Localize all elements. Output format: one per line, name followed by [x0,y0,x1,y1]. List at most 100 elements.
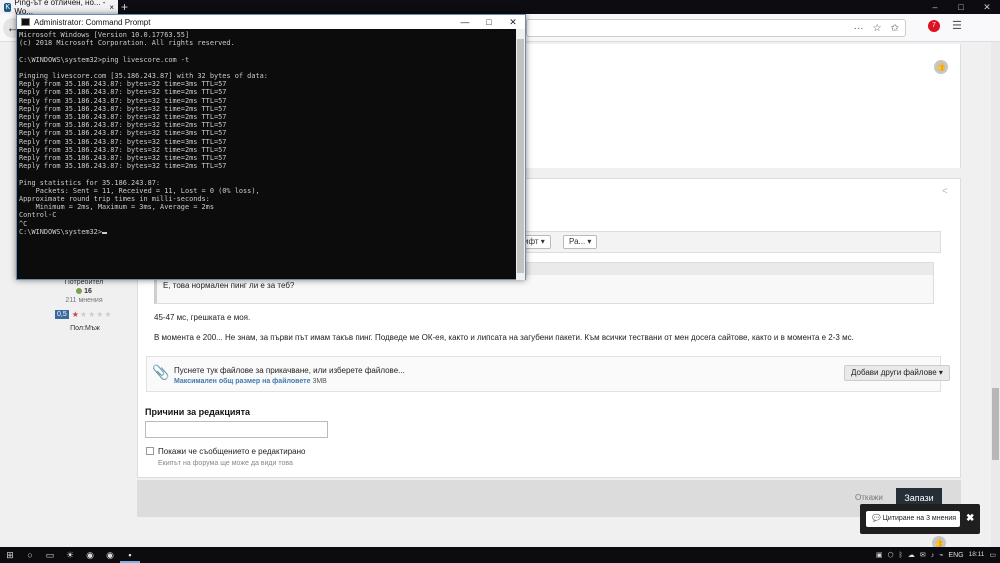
star-icon: ★ [96,310,104,319]
previous-post: 👍 [525,44,961,168]
cancel-button[interactable]: Откажи [855,493,883,502]
site-favicon-icon: K [4,2,12,12]
network-icon[interactable]: ✉ [920,551,926,559]
task-view-icon[interactable]: ▭ [40,547,60,563]
maximize-icon[interactable]: □ [948,0,974,14]
tray-shield-icon[interactable]: ⬡ [887,551,893,559]
author-rating: 0,5 ★ ★ ★ ★ ★ [55,310,112,319]
clock[interactable]: 18:11 [969,551,985,559]
browser-window-controls: – □ ✕ [922,0,1000,14]
show-edited-label[interactable]: Покажи че съобщението е редактирано [158,447,306,456]
star-icon: ★ [71,310,79,319]
show-edited-checkbox[interactable] [146,447,154,455]
firefox-icon[interactable]: ◉ [80,547,100,563]
console-line: Minimum = 2ms, Maximum = 3ms, Average = … [19,203,214,212]
author-reputation: 16 [62,288,106,295]
console-line: Packets: Sent = 11, Received = 11, Lost … [19,186,260,195]
console-line: Reply from 35.186.243.87: bytes=32 time=… [19,96,227,105]
console-line: Reply from 35.186.243.87: bytes=32 time=… [19,154,227,163]
page-scrollbar[interactable] [991,42,1000,547]
console-line: Reply from 35.186.243.87: bytes=32 time=… [19,137,227,146]
power-icon[interactable]: ⌁ [939,551,943,559]
attachment-size-label: Максимален общ размер на файловете [174,378,311,385]
author-gender: Пол:Мъж [70,325,100,332]
menu-icon[interactable]: ☰ [952,19,962,32]
close-icon[interactable]: ✕ [501,15,525,29]
console-line: Reply from 35.186.243.87: bytes=32 time=… [19,162,227,171]
minimize-icon[interactable]: — [453,15,477,29]
pocket-icon[interactable]: ☆ [873,23,882,34]
star-icon: ★ [88,310,96,319]
console-prompt: C:\WINDOWS\system32> [19,228,514,236]
console-line: (c) 2018 Microsoft Corporation. All righ… [19,39,235,48]
console-line: Reply from 35.186.243.87: bytes=32 time=… [19,129,227,138]
reputation-value: 16 [84,288,92,295]
close-icon[interactable]: ✕ [974,0,1000,14]
edit-reason-label: Причини за редакцията [145,407,251,417]
page-scrollbar-thumb[interactable] [992,388,999,460]
show-edited-hint: Екипът на форума ще може да види това [158,460,293,467]
cmd-taskbar-icon[interactable]: ▪ [120,547,140,563]
edit-reason-input[interactable] [145,421,328,438]
console-line: Reply from 35.186.243.87: bytes=32 time=… [19,88,227,97]
bluetooth-icon[interactable]: ᛒ [899,552,903,559]
weather-icon[interactable]: ☀ [60,547,80,563]
attachment-prompt[interactable]: Пуснете тук файлове за прикачване, или и… [174,366,405,375]
console-line: Ping statistics for 35.186.243.87: [19,178,161,187]
author-role: Потребител [64,279,104,286]
search-icon[interactable]: ○ [20,547,40,563]
bookmark-star-icon[interactable]: ✩ [891,23,899,34]
toast-close-icon[interactable]: ✖ [966,513,974,524]
console-line: Reply from 35.186.243.87: bytes=32 time=… [19,80,227,89]
console-line: Microsoft Windows [Version 10.0.17763.55… [19,31,190,39]
tab-close-icon[interactable]: × [109,3,114,12]
system-tray: ▣ ⬡ ᛒ ☁ ✉ ♪ ⌁ ENG 18:11 ▭ [876,547,996,563]
star-icon: ★ [104,310,112,319]
author-post-count[interactable]: 211 мнения [52,297,116,304]
onedrive-icon[interactable]: ☁ [908,551,915,559]
minimize-icon[interactable]: – [922,0,948,14]
reputation-icon [76,288,83,295]
start-icon[interactable]: ⊞ [0,547,20,563]
editor-footer [137,480,961,517]
multiquote-button[interactable]: 💬 Цитиране на 3 мнения [866,511,960,527]
tray-app-icon[interactable]: ▣ [876,551,883,559]
cmd-scrollbar-thumb[interactable] [517,39,524,273]
taskbar: ⊞ ○ ▭ ☀ ◉ ◉ ▪ [0,547,1000,563]
url-bar[interactable]: ··· ☆ ✩ [526,19,906,37]
console-line: Pinging livescore.com [35.186.243.87] wi… [19,72,268,81]
multiquote-label: Цитиране на 3 мнения [882,515,957,522]
command-prompt-window[interactable]: Administrator: Command Prompt — □ ✕ Micr… [16,14,526,280]
rating-value: 0,5 [55,310,69,319]
console-output[interactable]: Microsoft Windows [Version 10.0.17763.55… [19,31,514,236]
notifications-icon[interactable]: ▭ [989,551,996,559]
text-cursor [101,231,107,234]
console-line: Reply from 35.186.243.87: bytes=32 time=… [19,145,227,154]
quote-bubble-icon: 💬 [872,515,881,522]
maximize-icon[interactable]: □ [477,15,501,29]
share-icon[interactable]: < [942,186,948,197]
browser-tab-bar [0,0,1000,14]
volume-icon[interactable]: ♪ [931,552,935,559]
console-line: Control-C [19,211,57,220]
language-indicator[interactable]: ENG [948,552,963,559]
cmd-title-bar[interactable]: Administrator: Command Prompt [17,15,525,29]
like-icon[interactable]: 👍 [934,60,948,74]
chrome-icon[interactable]: ◉ [100,547,120,563]
browser-toolbar-icons: 7 ☰ [928,19,962,32]
console-line: Reply from 35.186.243.87: bytes=32 time=… [19,104,227,113]
cmd-title: Administrator: Command Prompt [34,17,151,27]
extension-badge-icon[interactable]: 7 [928,19,940,32]
console-line: ^C [19,219,28,228]
add-files-button[interactable]: Добави други файлове ▾ [844,365,950,381]
browser-tab[interactable]: K Ping-ът е отличен, но... - Wo... × [0,0,118,16]
new-tab-button[interactable]: + [121,1,128,13]
post-paragraph-2: В момента е 200... Не знам, за първи път… [154,333,854,342]
page-actions-icon[interactable]: ··· [854,23,864,34]
console-line: Reply from 35.186.243.87: bytes=32 time=… [19,121,227,130]
size-dropdown[interactable]: Ра... ▾ [563,235,598,249]
console-line: Approximate round trip times in milli-se… [19,195,210,204]
console-line: C:\WINDOWS\system32>ping livescore.com -… [19,55,190,64]
